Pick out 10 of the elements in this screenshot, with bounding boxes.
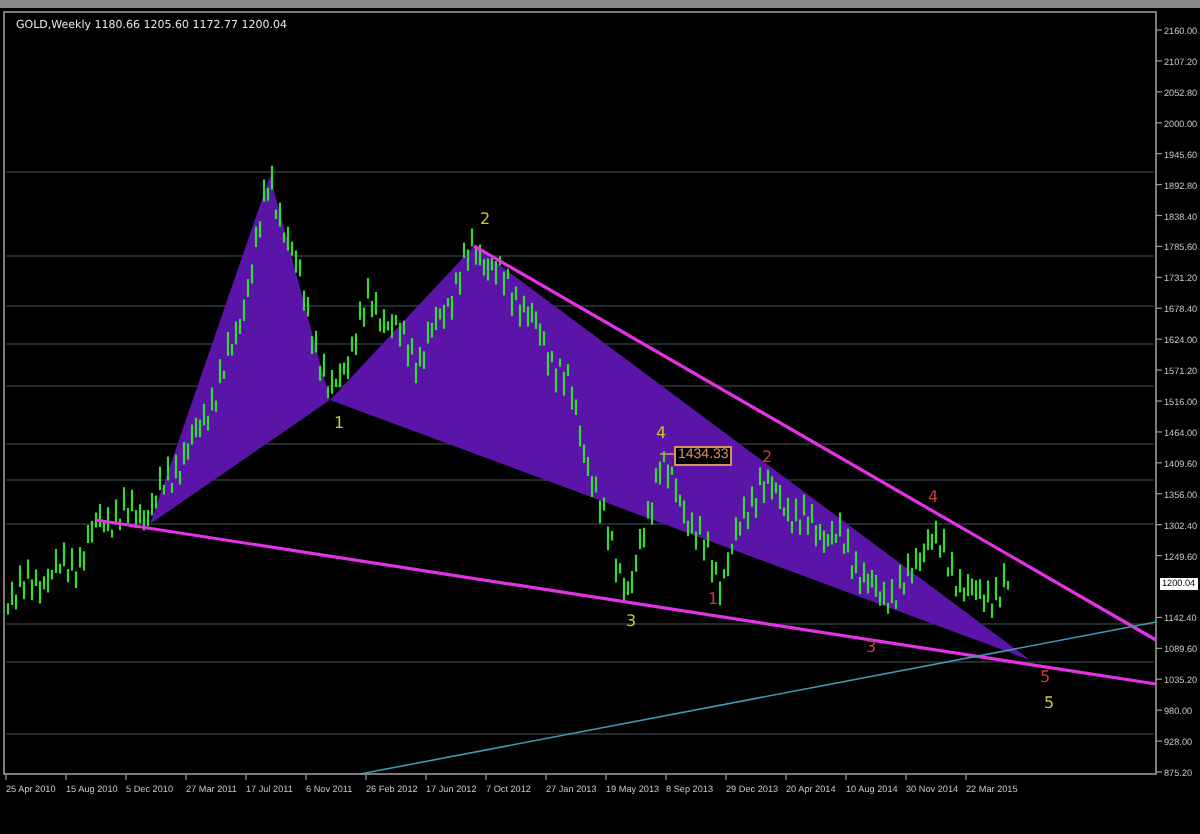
wave-label: 4: [928, 488, 939, 506]
wave-label: 1: [334, 414, 345, 432]
wave-label: 3: [866, 638, 877, 656]
wave-label: 2: [762, 448, 773, 466]
wave-label: 1: [708, 590, 719, 608]
wave-label: 5: [1040, 668, 1051, 686]
wave-label: 2: [480, 210, 491, 228]
wave-label: 4: [656, 424, 667, 442]
wave-label: 5: [1044, 694, 1055, 712]
wave-label: 3: [626, 612, 637, 630]
